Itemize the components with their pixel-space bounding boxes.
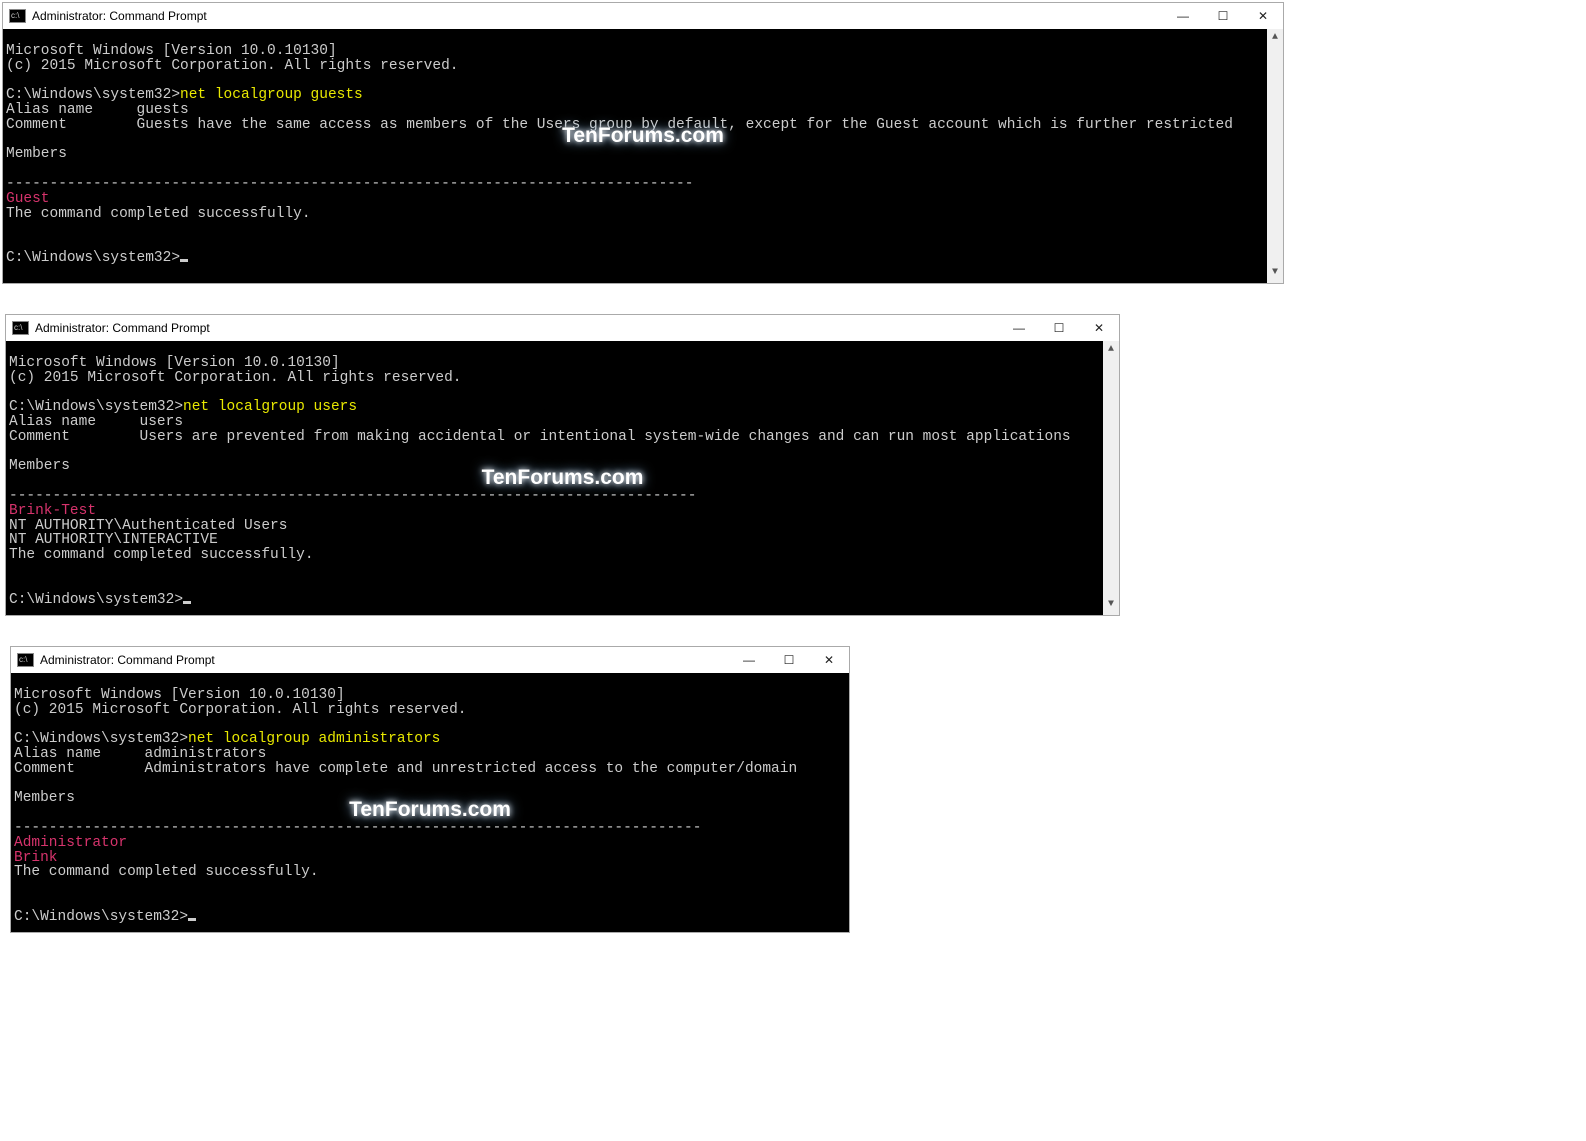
scrollbar[interactable]: ▲ ▼ bbox=[1267, 29, 1283, 283]
cmd-window-guests: c:\ Administrator: Command Prompt — ☐ ✕ … bbox=[2, 2, 1284, 284]
prompt: C:\Windows\system32> bbox=[14, 731, 188, 747]
minimize-button[interactable]: — bbox=[729, 647, 769, 673]
copyright-line: (c) 2015 Microsoft Corporation. All righ… bbox=[6, 58, 458, 74]
prompt: C:\Windows\system32> bbox=[9, 399, 183, 415]
divider: ----------------------------------------… bbox=[14, 820, 701, 836]
members-label: Members bbox=[9, 458, 70, 474]
member-brink-test: Brink-Test bbox=[9, 503, 96, 519]
command-text: net localgroup guests bbox=[180, 87, 363, 103]
terminal-output[interactable]: Microsoft Windows [Version 10.0.10130] (… bbox=[11, 673, 849, 932]
divider: ----------------------------------------… bbox=[6, 176, 693, 192]
success-line: The command completed successfully. bbox=[6, 206, 311, 222]
minimize-button[interactable]: — bbox=[1163, 3, 1203, 29]
prompt: C:\Windows\system32> bbox=[6, 250, 180, 266]
alias-value: guests bbox=[137, 102, 189, 118]
member-guest: Guest bbox=[6, 191, 50, 207]
window-controls: — ☐ ✕ bbox=[999, 315, 1119, 341]
window-title: Administrator: Command Prompt bbox=[40, 653, 215, 667]
comment-label: Comment bbox=[6, 117, 67, 133]
maximize-button[interactable]: ☐ bbox=[1039, 315, 1079, 341]
cmd-icon: c:\ bbox=[17, 653, 34, 667]
prompt: C:\Windows\system32> bbox=[6, 87, 180, 103]
cmd-window-administrators: c:\ Administrator: Command Prompt — ☐ ✕ … bbox=[10, 646, 850, 933]
comment-label: Comment bbox=[14, 761, 75, 777]
scroll-up-icon[interactable]: ▲ bbox=[1108, 341, 1114, 360]
watermark: TenForums.com bbox=[482, 471, 644, 486]
copyright-line: (c) 2015 Microsoft Corporation. All righ… bbox=[9, 370, 461, 386]
maximize-button[interactable]: ☐ bbox=[1203, 3, 1243, 29]
titlebar[interactable]: c:\ Administrator: Command Prompt — ☐ ✕ bbox=[11, 647, 849, 673]
members-label: Members bbox=[6, 146, 67, 162]
alias-label: Alias name bbox=[14, 746, 101, 762]
version-line: Microsoft Windows [Version 10.0.10130] bbox=[14, 687, 345, 703]
window-title: Administrator: Command Prompt bbox=[32, 9, 207, 23]
member-administrator: Administrator bbox=[14, 835, 127, 851]
member-brink: Brink bbox=[14, 850, 58, 866]
close-button[interactable]: ✕ bbox=[1243, 3, 1283, 29]
prompt: C:\Windows\system32> bbox=[9, 592, 183, 608]
prompt: C:\Windows\system32> bbox=[14, 909, 188, 925]
titlebar[interactable]: c:\ Administrator: Command Prompt — ☐ ✕ bbox=[6, 315, 1119, 341]
minimize-button[interactable]: — bbox=[999, 315, 1039, 341]
member-auth-users: NT AUTHORITY\Authenticated Users bbox=[9, 518, 287, 534]
alias-value: users bbox=[140, 414, 184, 430]
cmd-window-users: c:\ Administrator: Command Prompt — ☐ ✕ … bbox=[5, 314, 1120, 616]
close-button[interactable]: ✕ bbox=[1079, 315, 1119, 341]
maximize-button[interactable]: ☐ bbox=[769, 647, 809, 673]
scroll-down-icon[interactable]: ▼ bbox=[1108, 596, 1114, 615]
copyright-line: (c) 2015 Microsoft Corporation. All righ… bbox=[14, 702, 466, 718]
titlebar[interactable]: c:\ Administrator: Command Prompt — ☐ ✕ bbox=[3, 3, 1283, 29]
window-controls: — ☐ ✕ bbox=[1163, 3, 1283, 29]
comment-label: Comment bbox=[9, 429, 70, 445]
command-text: net localgroup users bbox=[183, 399, 357, 415]
comment-value: Administrators have complete and unrestr… bbox=[145, 761, 798, 777]
cursor bbox=[188, 918, 196, 921]
terminal-output[interactable]: Microsoft Windows [Version 10.0.10130] (… bbox=[6, 341, 1119, 615]
cmd-icon: c:\ bbox=[12, 321, 29, 335]
comment-value: Guests have the same access as members o… bbox=[137, 117, 1233, 133]
cursor bbox=[180, 259, 188, 262]
window-controls: — ☐ ✕ bbox=[729, 647, 849, 673]
scroll-up-icon[interactable]: ▲ bbox=[1272, 29, 1278, 48]
window-title: Administrator: Command Prompt bbox=[35, 321, 210, 335]
command-text: net localgroup administrators bbox=[188, 731, 440, 747]
terminal-output[interactable]: Microsoft Windows [Version 10.0.10130] (… bbox=[3, 29, 1283, 283]
cmd-icon: c:\ bbox=[9, 9, 26, 23]
watermark: TenForums.com bbox=[349, 803, 511, 818]
close-button[interactable]: ✕ bbox=[809, 647, 849, 673]
scrollbar[interactable]: ▲ ▼ bbox=[1103, 341, 1119, 615]
cursor bbox=[183, 601, 191, 604]
divider: ----------------------------------------… bbox=[9, 488, 696, 504]
version-line: Microsoft Windows [Version 10.0.10130] bbox=[9, 355, 340, 371]
scroll-down-icon[interactable]: ▼ bbox=[1272, 264, 1278, 283]
members-label: Members bbox=[14, 790, 75, 806]
alias-label: Alias name bbox=[9, 414, 96, 430]
alias-label: Alias name bbox=[6, 102, 93, 118]
success-line: The command completed successfully. bbox=[14, 864, 319, 880]
comment-value: Users are prevented from making accident… bbox=[140, 429, 1071, 445]
version-line: Microsoft Windows [Version 10.0.10130] bbox=[6, 43, 337, 59]
member-interactive: NT AUTHORITY\INTERACTIVE bbox=[9, 532, 218, 548]
alias-value: administrators bbox=[145, 746, 267, 762]
success-line: The command completed successfully. bbox=[9, 547, 314, 563]
